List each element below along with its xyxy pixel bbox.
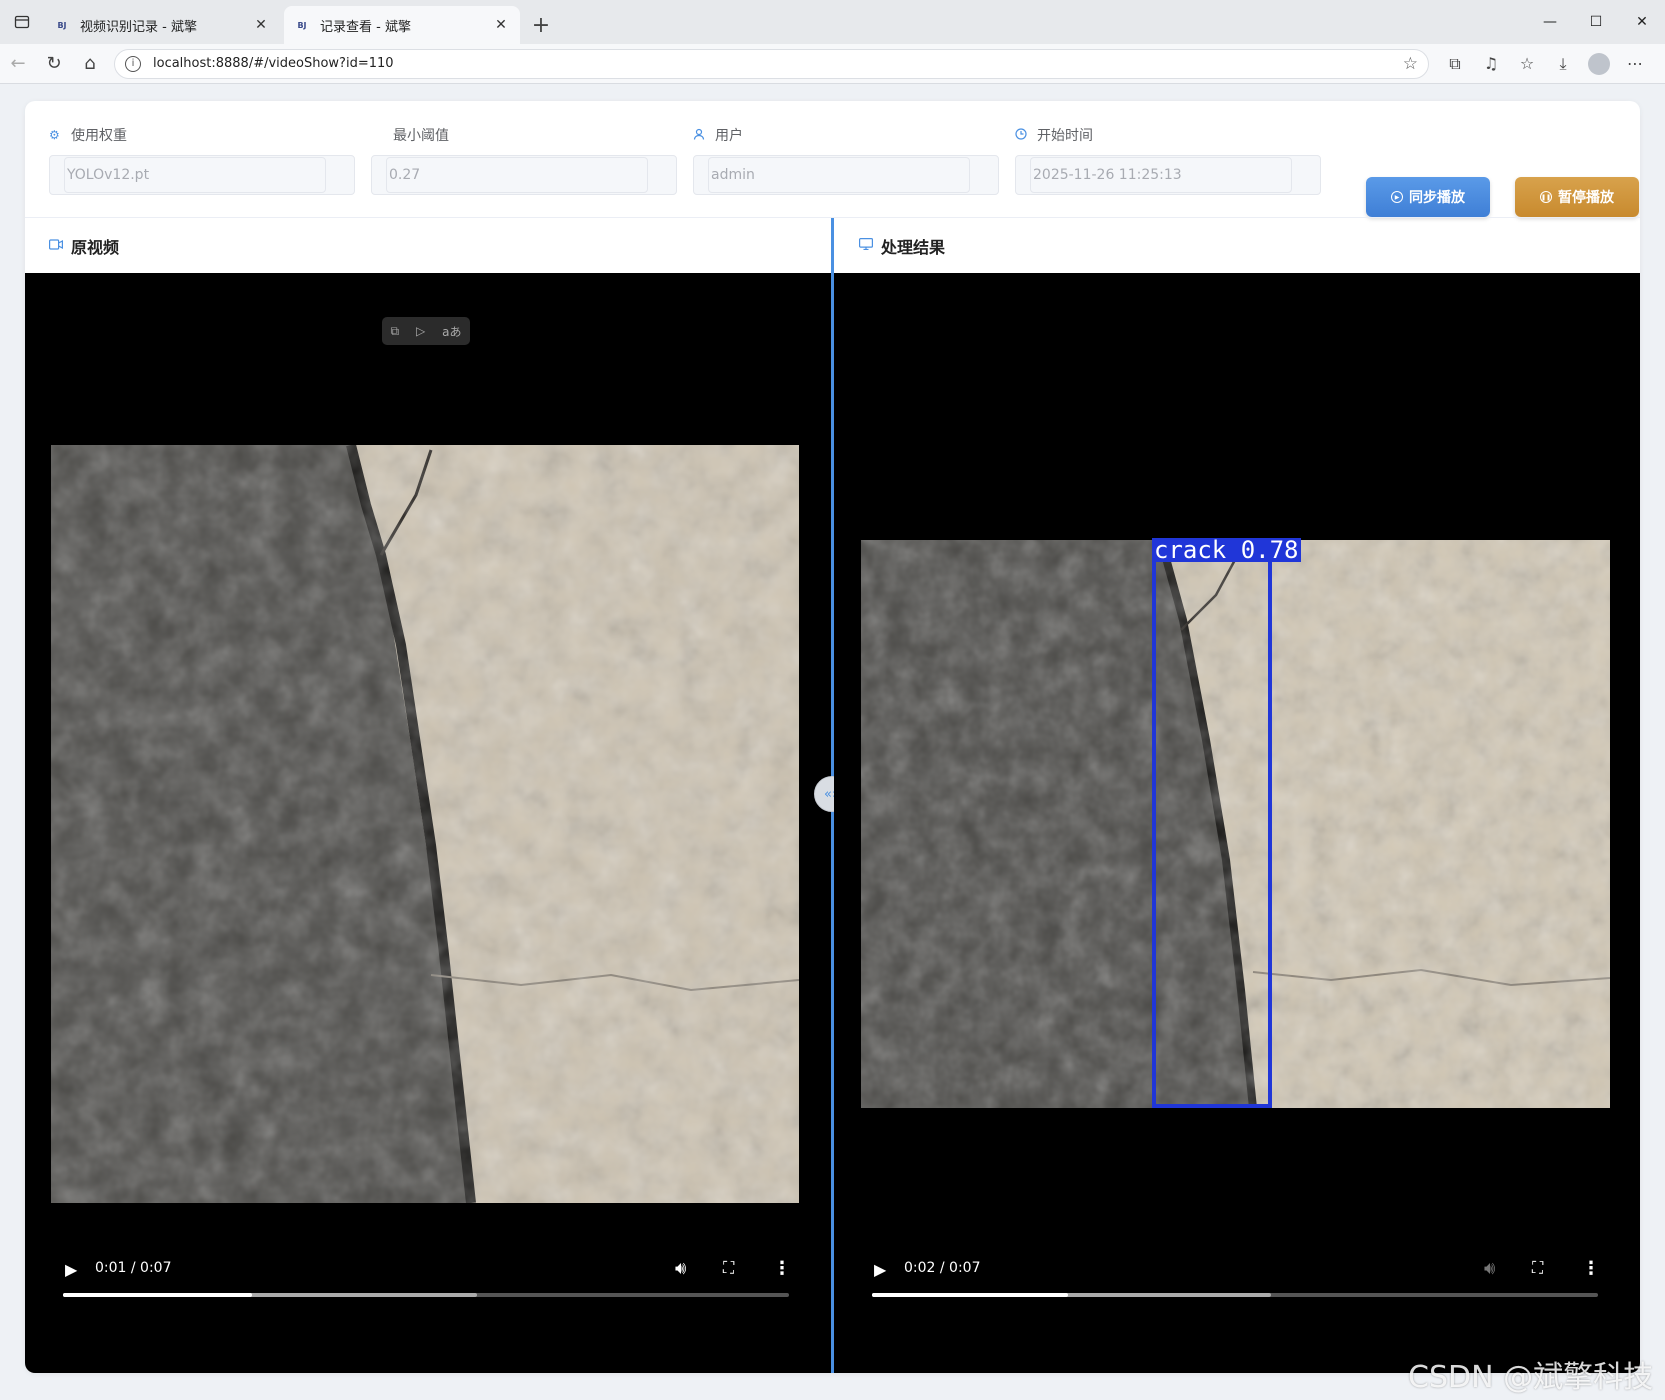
play-circle-icon: ▶ <box>1391 191 1403 203</box>
original-video-controls: ▶ 0:01 / 0:07 🔊︎ ⛶ ⋮ <box>63 1258 793 1318</box>
favorites-icon[interactable]: ☆ <box>1509 48 1545 80</box>
cast-video-icon[interactable]: ▷ <box>416 324 425 338</box>
fullscreen-icon[interactable]: ⛶ <box>1532 1258 1543 1278</box>
result-video-player[interactable]: crack 0.78 ▶ 0:02 / 0:07 🔊︎ ⛶ ⋮ <box>834 273 1640 1373</box>
browser-tab-record-view[interactable]: BJ 记录查看 - 斌擎 ✕ <box>284 6 520 44</box>
pause-play-button[interactable]: ❚❚ 暂停播放 <box>1515 177 1639 217</box>
browser-tab-bar: BJ 视频识别记录 - 斌擎 ✕ BJ 记录查看 - 斌擎 ✕ + — ☐ ✕ <box>0 0 1665 44</box>
reload-icon[interactable]: ↻ <box>36 48 72 80</box>
site-favicon-icon: BJ <box>57 20 67 30</box>
ellipsis-icon[interactable]: ⋯ <box>1617 48 1653 80</box>
star-icon[interactable]: ☆ <box>1403 54 1418 74</box>
weight-input[interactable]: YOLOv12.pt <box>49 155 355 195</box>
user-label: 用户 <box>715 128 743 144</box>
original-video-player[interactable]: ⧉ ▷ aあ ▶ 0:01 / 0:07 🔊︎ ⛶ ⋮ <box>25 273 831 1373</box>
puzzle-icon[interactable]: ⧉ <box>1437 48 1473 80</box>
browser-toolbar: ⧉ ♫ ☆ ⤓ ⋯ <box>1437 48 1653 80</box>
start-time-field: 开始时间 2025-11-26 11:25:13 <box>1015 125 1321 195</box>
new-tab-button[interactable]: + <box>524 6 558 44</box>
more-options-icon[interactable]: ⋮ <box>1582 1258 1600 1279</box>
url-field[interactable]: i localhost:8888/#/videoShow?id=110 ☆ <box>114 48 1429 79</box>
sidebar-toggle-icon[interactable] <box>0 0 44 44</box>
video-overlay-toolbar: ⧉ ▷ aあ <box>382 317 470 345</box>
start-time-label: 开始时间 <box>1037 128 1093 144</box>
original-video-header: 原视频 <box>49 218 119 273</box>
sync-play-button[interactable]: ▶ 同步播放 <box>1366 177 1490 217</box>
profile-avatar[interactable] <box>1588 52 1610 75</box>
browser-tab-records[interactable]: BJ 视频识别记录 - 斌擎 ✕ <box>44 6 280 44</box>
detection-label: crack 0.78 <box>1152 536 1301 564</box>
csdn-watermark: CSDN @斌擎科技 <box>1408 1360 1654 1395</box>
monitor-icon <box>859 237 874 254</box>
video-camera-icon <box>49 238 63 254</box>
time-display: 0:02 / 0:07 <box>904 1260 981 1276</box>
picture-in-picture-icon[interactable]: ⧉ <box>390 324 399 339</box>
seek-bar[interactable] <box>63 1293 789 1297</box>
fullscreen-icon[interactable]: ⛶ <box>723 1258 734 1278</box>
user-field: 用户 admin <box>693 125 999 195</box>
volume-muted-icon[interactable]: 🔊︎ <box>1484 1258 1495 1279</box>
progress-bar <box>872 1293 1069 1297</box>
original-video-frame <box>51 445 799 1203</box>
play-icon[interactable]: ▶ <box>65 1260 77 1279</box>
address-bar: ← ↻ ⌂ i localhost:8888/#/videoShow?id=11… <box>0 44 1665 84</box>
info-icon[interactable]: i <box>125 55 141 72</box>
minimize-icon[interactable]: — <box>1527 0 1573 44</box>
read-aloud-icon[interactable]: ♫ <box>1473 48 1509 80</box>
site-favicon-icon: BJ <box>297 20 307 30</box>
user-icon <box>693 128 711 143</box>
seek-bar[interactable] <box>872 1293 1598 1297</box>
close-icon[interactable]: ✕ <box>252 17 270 33</box>
result-video-frame: crack 0.78 <box>861 536 1610 1108</box>
more-options-icon[interactable]: ⋮ <box>773 1258 791 1279</box>
window-close-icon[interactable]: ✕ <box>1619 0 1665 44</box>
threshold-input[interactable]: 0.27 <box>371 155 677 195</box>
original-video-title: 原视频 <box>71 237 120 257</box>
record-info-form: ⚙ 使用权重 YOLOv12.pt 最小阈值 0.27 用户 admin 开始时… <box>49 125 1639 217</box>
result-video-header: 处理结果 <box>859 218 945 273</box>
user-input[interactable]: admin <box>693 155 999 195</box>
window-controls: — ☐ ✕ <box>1527 0 1665 44</box>
close-icon[interactable]: ✕ <box>492 17 510 33</box>
pause-circle-icon: ❚❚ <box>1540 191 1552 203</box>
url-text[interactable]: localhost:8888/#/videoShow?id=110 <box>153 56 1403 71</box>
maximize-icon[interactable]: ☐ <box>1573 0 1619 44</box>
result-video-title: 处理结果 <box>881 237 946 257</box>
threshold-field: 最小阈值 0.27 <box>371 125 677 195</box>
progress-bar <box>63 1293 252 1297</box>
gear-icon: ⚙ <box>49 128 60 142</box>
tab-title: 视频识别记录 - 斌擎 <box>80 19 197 35</box>
result-video-controls: ▶ 0:02 / 0:07 🔊︎ ⛶ ⋮ <box>872 1258 1602 1318</box>
weight-field: ⚙ 使用权重 YOLOv12.pt <box>49 125 355 195</box>
download-icon[interactable]: ⤓ <box>1545 48 1581 80</box>
time-display: 0:01 / 0:07 <box>95 1260 172 1276</box>
threshold-label: 最小阈值 <box>393 128 449 144</box>
back-arrow-icon[interactable]: ← <box>0 48 36 80</box>
video-show-card: ⚙ 使用权重 YOLOv12.pt 最小阈值 0.27 用户 admin 开始时… <box>25 101 1640 1373</box>
weight-label: 使用权重 <box>71 128 127 144</box>
clock-icon <box>1015 127 1033 143</box>
tab-title: 记录查看 - 斌擎 <box>320 19 411 35</box>
play-icon[interactable]: ▶ <box>874 1260 886 1279</box>
volume-icon[interactable]: 🔊︎ <box>675 1258 686 1279</box>
start-time-input[interactable]: 2025-11-26 11:25:13 <box>1015 155 1321 195</box>
home-icon[interactable]: ⌂ <box>72 48 108 80</box>
translate-icon[interactable]: aあ <box>442 323 461 340</box>
